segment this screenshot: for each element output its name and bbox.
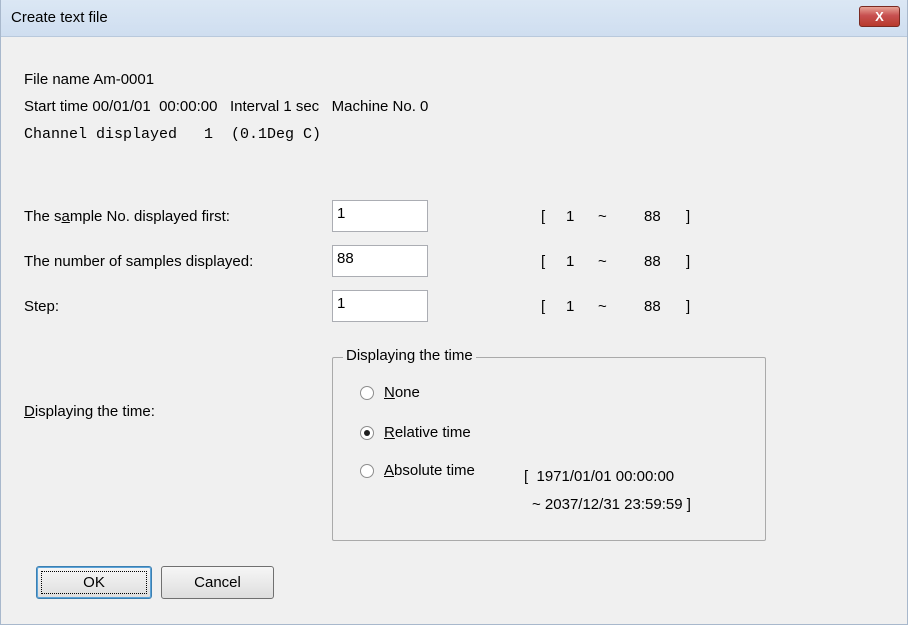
radio-none[interactable] [360,386,374,400]
first-sample-input[interactable]: 1 [332,200,428,232]
start-time-text: Start time 00/01/01 00:00:00 Interval 1 … [24,98,429,115]
create-text-file-dialog: Create text file X File name Am-0001 Sta… [0,0,908,625]
radio-relative-time-label[interactable]: Relative time [384,424,471,441]
close-button[interactable]: X [859,6,900,27]
cancel-button-label: Cancel [194,574,241,591]
radio-none-label[interactable]: None [384,384,420,401]
close-icon: X [875,9,884,24]
radio-relative-time[interactable] [360,426,374,440]
absolute-time-range-end: ~ 2037/12/31 23:59:59 ] [532,496,691,513]
step-label: Step: [24,298,60,315]
absolute-time-range-start: [ 1971/01/01 00:00:00 [524,468,675,485]
window-title: Create text file [11,9,108,26]
title-bar[interactable]: Create text file X [1,0,907,37]
displaying-time-group-title: Displaying the time [343,347,476,364]
ok-button[interactable]: OK [36,566,152,599]
num-samples-input[interactable]: 88 [332,245,428,277]
focus-rectangle [41,571,147,594]
first-sample-label: The sample No. displayed first: [24,208,230,225]
radio-absolute-time[interactable] [360,464,374,478]
file-name-text: File name Am-0001 [24,71,155,88]
num-samples-label: The number of samples displayed: [24,253,254,270]
displaying-time-label: Displaying the time: [24,403,155,420]
radio-absolute-time-label[interactable]: Absolute time [384,462,475,479]
channel-displayed-text: Channel displayed 1 (0.1Deg C) [24,126,322,143]
cancel-button[interactable]: Cancel [161,566,274,599]
step-input[interactable]: 1 [332,290,428,322]
